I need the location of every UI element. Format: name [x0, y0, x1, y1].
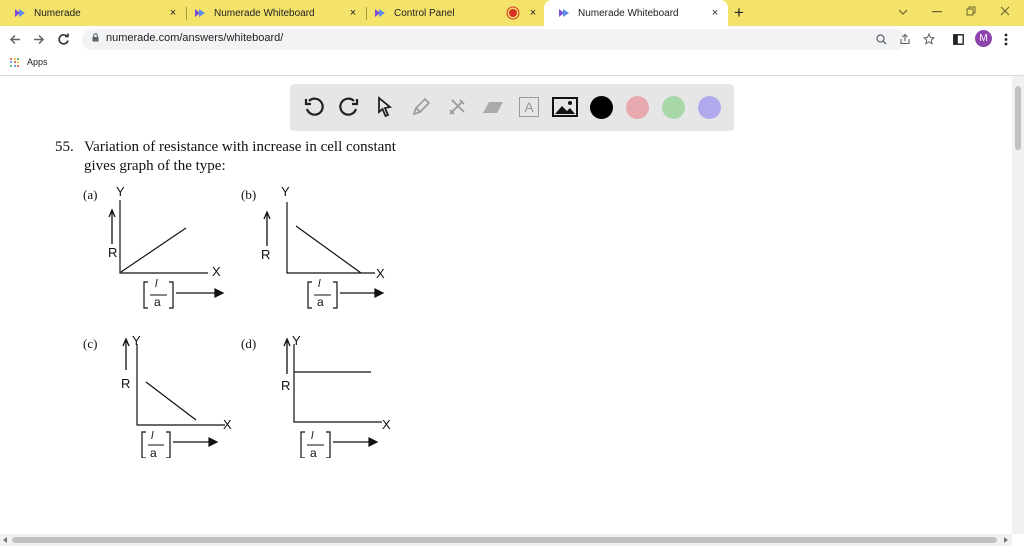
pen-tool[interactable] — [408, 94, 434, 120]
close-tab-icon[interactable]: × — [708, 7, 722, 19]
tab-numerade[interactable]: Numerade × — [0, 0, 186, 26]
vertical-scroll-thumb[interactable] — [1015, 86, 1021, 150]
whiteboard-canvas[interactable]: A 55. Variation of resistance with incre… — [0, 76, 1012, 534]
tab-numerade-whiteboard-active[interactable]: Numerade Whiteboard × — [544, 0, 728, 26]
question-number: 55. — [55, 139, 74, 155]
chevron-down-icon[interactable] — [898, 8, 908, 16]
redo-icon — [339, 97, 359, 116]
numerade-logo-icon — [195, 9, 205, 17]
color-black-swatch[interactable] — [590, 96, 613, 119]
option-d-frac-num: l — [311, 430, 314, 442]
bookmarks-bar: Apps — [0, 54, 1024, 76]
bookmark-apps[interactable]: Apps — [10, 57, 48, 67]
text-tool[interactable]: A — [516, 94, 542, 120]
horizontal-scrollbar[interactable] — [0, 534, 1012, 546]
restore-icon[interactable] — [966, 6, 976, 16]
address-bar[interactable]: numerade.com/answers/whiteboard/ — [82, 29, 935, 50]
reload-icon[interactable] — [57, 33, 70, 46]
side-panel-icon[interactable] — [953, 34, 964, 45]
apps-grid-icon — [10, 57, 19, 67]
option-d-frac-den: a — [310, 446, 317, 460]
option-a-frac-num: l — [155, 278, 158, 290]
text-icon: A — [519, 97, 539, 117]
bookmark-star-icon[interactable] — [923, 33, 935, 45]
question-line-2: gives graph of the type: — [84, 158, 226, 174]
option-a-graph — [108, 200, 225, 309]
numerade-logo-icon — [559, 9, 569, 17]
option-c-label: (c) — [83, 336, 98, 351]
eraser-tool[interactable] — [480, 94, 506, 120]
option-c-frac-den: a — [150, 446, 157, 460]
option-b-graph — [263, 202, 385, 309]
shapes-tool[interactable] — [444, 94, 470, 120]
undo-icon — [304, 97, 324, 116]
option-b-frac-den: a — [317, 295, 324, 309]
tools-icon — [449, 99, 465, 115]
option-c-frac-num: l — [151, 430, 154, 442]
tab-title: Numerade — [34, 7, 81, 19]
minimize-icon[interactable] — [932, 11, 942, 13]
image-tool[interactable] — [552, 94, 578, 120]
option-b-frac-num: l — [318, 278, 321, 290]
option-a-frac-den: a — [154, 295, 161, 309]
share-icon[interactable] — [899, 33, 911, 45]
numerade-logo-icon — [375, 9, 385, 17]
zoom-icon[interactable] — [876, 34, 887, 45]
whiteboard-toolbar: A — [290, 84, 734, 131]
option-c-graph — [122, 337, 225, 458]
image-icon — [552, 97, 578, 117]
option-b-label: (b) — [241, 187, 257, 202]
tab-title: Control Panel — [394, 7, 455, 19]
close-tab-icon[interactable]: × — [526, 7, 540, 19]
tab-title: Numerade Whiteboard — [578, 7, 679, 19]
option-d-graph — [283, 337, 382, 458]
question-line-1: Variation of resistance with increase in… — [84, 139, 396, 155]
tab-control-panel[interactable]: Control Panel × — [360, 0, 546, 26]
undo-button[interactable] — [301, 94, 327, 120]
new-tab-button[interactable]: + — [734, 3, 744, 23]
option-a-label: (a) — [83, 187, 98, 202]
tab-numerade-whiteboard[interactable]: Numerade Whiteboard × — [180, 0, 366, 26]
url-text[interactable]: numerade.com/answers/whiteboard/ — [106, 32, 283, 44]
browser-menu-icon[interactable] — [1004, 33, 1008, 46]
scroll-left-icon[interactable] — [3, 537, 8, 543]
lock-icon — [92, 33, 99, 42]
option-d-label: (d) — [241, 336, 257, 351]
color-green-swatch[interactable] — [662, 96, 685, 119]
browser-toolbar: numerade.com/answers/whiteboard/ — [0, 26, 1024, 54]
color-purple-swatch[interactable] — [698, 96, 721, 119]
redo-button[interactable] — [336, 94, 362, 120]
pointer-icon — [378, 96, 393, 118]
pen-icon — [412, 97, 431, 116]
vertical-scrollbar[interactable] — [1012, 76, 1024, 534]
bookmark-label: Apps — [27, 57, 48, 67]
profile-avatar[interactable]: M — [975, 30, 992, 47]
eraser-icon — [483, 102, 503, 113]
forward-arrow-icon[interactable] — [33, 34, 45, 45]
tab-title: Numerade Whiteboard — [214, 7, 315, 19]
horizontal-scroll-thumb[interactable] — [12, 537, 997, 543]
close-tab-icon[interactable]: × — [346, 7, 360, 19]
color-pink-swatch[interactable] — [626, 96, 649, 119]
recording-indicator-icon — [509, 9, 517, 17]
close-window-icon[interactable] — [1000, 6, 1010, 16]
back-arrow-icon[interactable] — [9, 34, 21, 45]
tab-strip: Numerade × Numerade Whiteboard × Control… — [0, 0, 1024, 26]
pointer-tool[interactable] — [372, 94, 398, 120]
scroll-right-icon[interactable] — [1003, 537, 1008, 543]
close-tab-icon[interactable]: × — [166, 7, 180, 19]
numerade-logo-icon — [15, 9, 25, 17]
